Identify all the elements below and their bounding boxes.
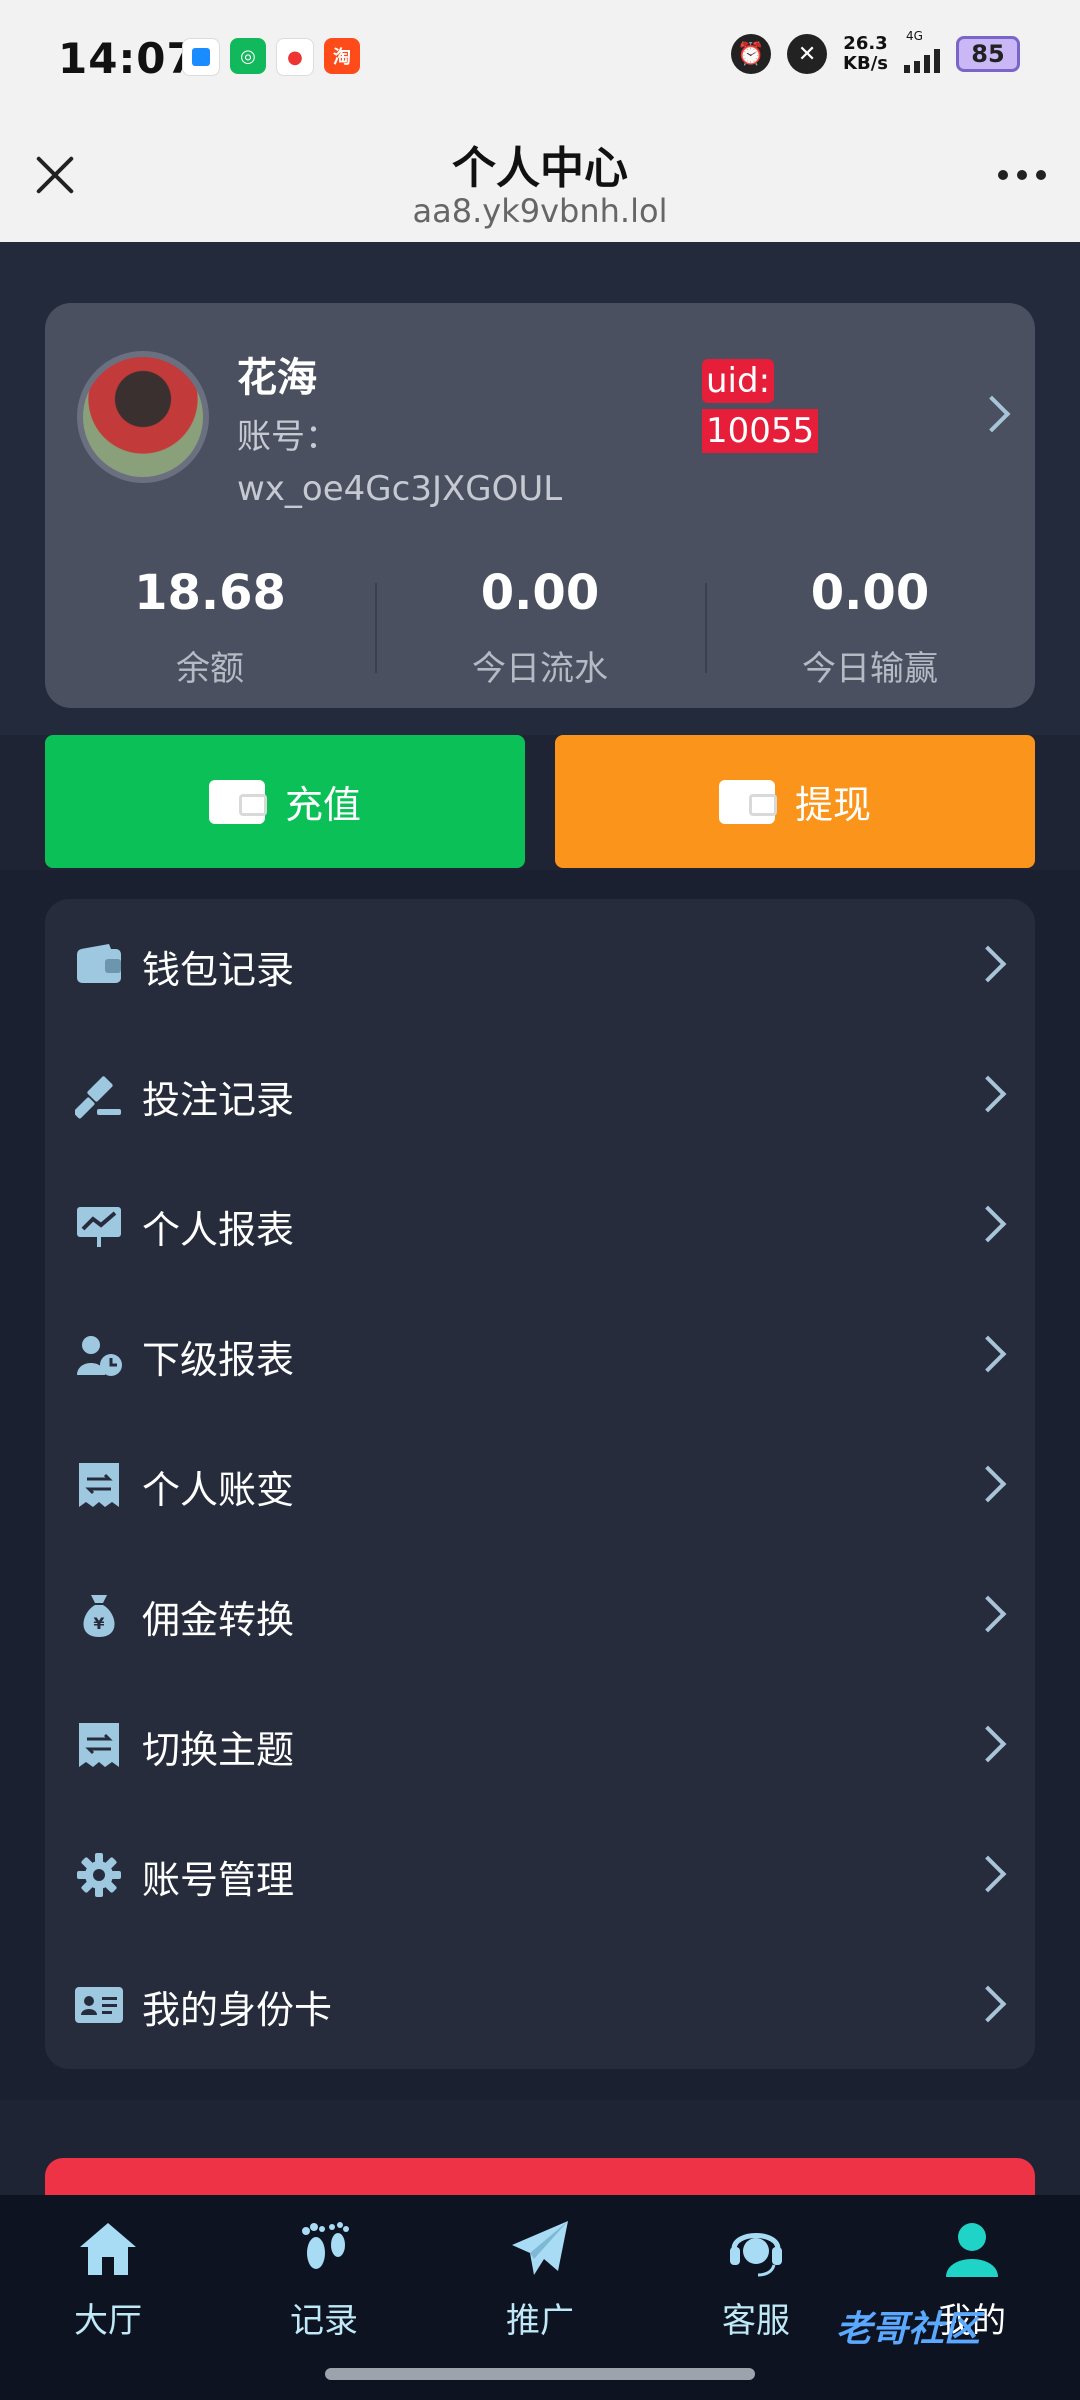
id-card-icon: [75, 1981, 123, 2029]
stats-row: 18.68 余额 0.00 今日流水 0.00 今日输赢: [45, 565, 1035, 689]
receipt-icon: [75, 1461, 123, 1509]
recharge-label: 充值: [284, 783, 361, 827]
headset-icon: [648, 2213, 864, 2285]
stat-today-profit: 0.00 今日输赢: [705, 565, 1035, 689]
home-indicator[interactable]: [325, 2368, 755, 2380]
chevron-right-icon: [969, 1985, 1007, 2023]
app-notification-icon: ◎: [230, 38, 266, 74]
person-icon: [864, 2213, 1080, 2285]
user-clock-icon: [75, 1331, 123, 1379]
signal-icon: 4G: [904, 29, 940, 73]
chevron-right-icon: [969, 1465, 1007, 1503]
page-title: 个人中心: [452, 143, 628, 194]
app-notification-icon: ●: [276, 38, 314, 76]
page-url: aa8.yk9vbnh.lol: [412, 192, 668, 230]
avatar: [77, 351, 209, 483]
status-bar: 14:07 ◎ ● 淘 ⏰ ✕ 26.3 KB/s 4G 85: [0, 0, 1080, 118]
money-bag-icon: ¥: [75, 1591, 123, 1639]
svg-text:¥: ¥: [93, 1614, 104, 1633]
taobao-icon: 淘: [324, 38, 360, 74]
recharge-button[interactable]: 充值: [45, 735, 525, 868]
menu-item-subordinate-report[interactable]: 下级报表: [45, 1289, 1035, 1419]
chevron-right-icon: [969, 1205, 1007, 1243]
profile-card[interactable]: 花海 账号： wx_oe4Gc3JXGOUL uid: 10055 18.68 …: [45, 303, 1035, 708]
chevron-right-icon: [969, 1855, 1007, 1893]
alarm-icon: ⏰: [731, 34, 772, 74]
app-notification-icon: [182, 38, 220, 76]
home-icon: [0, 2213, 216, 2285]
withdraw-label: 提现: [794, 783, 871, 827]
notification-icons: ◎ ● 淘: [182, 38, 360, 76]
chevron-right-icon: [969, 1725, 1007, 1763]
more-icon[interactable]: [998, 170, 1046, 180]
title-bar: 个人中心 aa8.yk9vbnh.lol: [0, 118, 1080, 242]
menu-item-account-changes[interactable]: 个人账变: [45, 1419, 1035, 1549]
menu-item-bet-records[interactable]: 投注记录: [45, 1029, 1035, 1159]
gavel-icon: [75, 1071, 123, 1119]
action-buttons: 充值 提现: [45, 735, 1035, 870]
nav-records[interactable]: 记录: [216, 2213, 432, 2342]
chevron-right-icon: [969, 945, 1007, 983]
stat-balance: 18.68 余额: [134, 565, 286, 689]
profile-account: 账号： wx_oe4Gc3JXGOUL: [237, 417, 563, 509]
menu-item-commission-convert[interactable]: ¥ 佣金转换: [45, 1549, 1035, 1679]
wallet-icon: [75, 941, 123, 989]
chevron-right-icon: [969, 1335, 1007, 1373]
status-time: 14:07: [58, 34, 197, 83]
mute-icon: ✕: [787, 34, 828, 74]
withdraw-button[interactable]: 提现: [555, 735, 1035, 868]
menu-list: 钱包记录 投注记录 个人报表 下级报表 个人账变 ¥ 佣金转换 切换主题 账号管…: [45, 899, 1035, 2069]
battery-icon: 85: [956, 36, 1020, 72]
receipt-icon: [75, 1721, 123, 1769]
menu-item-my-id-card[interactable]: 我的身份卡: [45, 1939, 1035, 2069]
chevron-right-icon[interactable]: [973, 395, 1011, 433]
chevron-right-icon: [969, 1075, 1007, 1113]
footprints-icon: [216, 2213, 432, 2285]
nav-lobby[interactable]: 大厅: [0, 2213, 216, 2342]
menu-item-wallet-records[interactable]: 钱包记录: [45, 899, 1035, 1029]
paper-plane-icon: [432, 2213, 648, 2285]
chart-icon: [75, 1201, 123, 1249]
nav-promote[interactable]: 推广: [432, 2213, 648, 2342]
menu-item-personal-report[interactable]: 个人报表: [45, 1159, 1035, 1289]
menu-item-account-management[interactable]: 账号管理: [45, 1809, 1035, 1939]
menu-item-switch-theme[interactable]: 切换主题: [45, 1679, 1035, 1809]
chevron-right-icon: [969, 1595, 1007, 1633]
wallet-icon: [718, 779, 777, 824]
gear-icon: [75, 1851, 123, 1899]
watermark-logo: 老哥社区: [836, 2309, 981, 2350]
nav-customer-service[interactable]: 客服: [648, 2213, 864, 2342]
stat-today-turnover: 0.00 今日流水: [375, 565, 705, 689]
net-speed: 26.3 KB/s: [843, 33, 888, 74]
wallet-icon: [208, 779, 267, 824]
uid-badge: uid: 10055: [702, 359, 822, 453]
profile-name: 花海: [237, 355, 317, 401]
